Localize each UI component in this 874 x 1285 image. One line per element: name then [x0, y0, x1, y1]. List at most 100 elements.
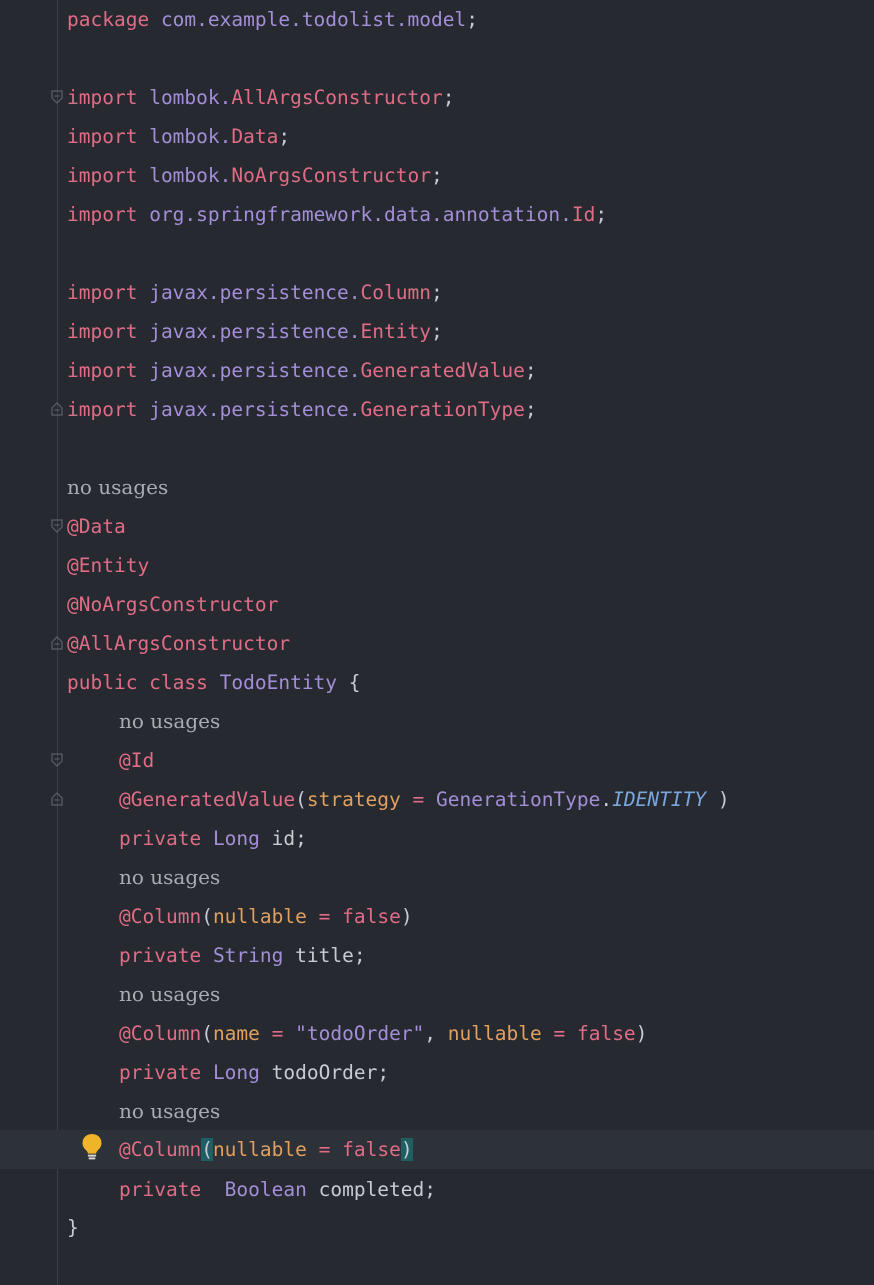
- punctuation: ): [635, 1022, 648, 1045]
- class-name: GeneratedValue: [360, 359, 525, 382]
- code-line[interactable]: }: [0, 1208, 874, 1247]
- operator: =: [553, 1022, 566, 1045]
- code-line[interactable]: import org.springframework.data.annotati…: [0, 195, 874, 234]
- usage-hint-text: no usages: [67, 475, 169, 499]
- punctuation: (: [201, 1022, 213, 1045]
- code-line[interactable]: package com.example.todolist.model;: [0, 0, 874, 39]
- annotation: @GeneratedValue: [119, 788, 296, 811]
- keyword: import: [67, 86, 138, 109]
- code-line[interactable]: private Boolean completed;: [0, 1170, 874, 1209]
- punctuation: ;: [466, 8, 478, 31]
- package-name: javax.persistence.: [149, 398, 361, 421]
- code-line[interactable]: private Long id;: [0, 819, 874, 858]
- operator: =: [271, 1022, 284, 1045]
- parameter-name: strategy: [306, 788, 401, 811]
- code-line[interactable]: @NoArgsConstructor: [0, 585, 874, 624]
- operator: =: [412, 788, 425, 811]
- code-line[interactable]: import javax.persistence.Entity;: [0, 312, 874, 351]
- type-name: GenerationType: [436, 788, 601, 811]
- class-name: Data: [231, 125, 279, 148]
- usage-hint[interactable]: no usages: [0, 468, 874, 507]
- package-name: javax.persistence.: [149, 281, 361, 304]
- annotation: @AllArgsConstructor: [67, 632, 291, 655]
- matched-paren: (: [201, 1138, 213, 1161]
- type-name: Long: [212, 1061, 260, 1084]
- punctuation: ,: [424, 1022, 437, 1045]
- punctuation: ): [717, 788, 730, 811]
- package-name: lombok.: [149, 125, 232, 148]
- literal: false: [342, 1138, 401, 1161]
- code-line[interactable]: private String title;: [0, 936, 874, 975]
- code-line[interactable]: import lombok.AllArgsConstructor;: [0, 78, 874, 117]
- class-name: Id: [571, 203, 596, 226]
- code-line[interactable]: @Column(name = "todoOrder", nullable = f…: [0, 1014, 874, 1053]
- package-name: com.example.todolist.model: [160, 8, 467, 31]
- package-name: javax.persistence.: [149, 320, 361, 343]
- keyword: import: [67, 320, 138, 343]
- annotation: @Entity: [67, 554, 150, 577]
- code-line[interactable]: private Long todoOrder;: [0, 1053, 874, 1092]
- parameter-name: nullable: [212, 905, 307, 928]
- keyword: import: [67, 164, 138, 187]
- keyword: private: [119, 944, 202, 967]
- code-line[interactable]: import lombok.Data;: [0, 117, 874, 156]
- keyword: private: [119, 1178, 202, 1201]
- punctuation: ;: [595, 203, 608, 226]
- code-line[interactable]: @Id: [0, 741, 874, 780]
- keyword: import: [67, 398, 138, 421]
- annotation: @Column: [119, 905, 202, 928]
- punctuation: ;: [524, 398, 537, 421]
- code-line[interactable]: import javax.persistence.GeneratedValue;: [0, 351, 874, 390]
- parameter-name: nullable: [447, 1022, 542, 1045]
- keyword: private: [119, 1061, 202, 1084]
- type-name: Boolean: [224, 1178, 307, 1201]
- usage-hint-text: no usages: [119, 865, 221, 889]
- usage-hint[interactable]: no usages: [0, 702, 874, 741]
- package-name: lombok.: [149, 164, 232, 187]
- punctuation: ;: [278, 125, 291, 148]
- keyword: import: [67, 359, 138, 382]
- code-line[interactable]: @GeneratedValue(strategy = GenerationTyp…: [0, 780, 874, 819]
- code-line[interactable]: import javax.persistence.Column;: [0, 273, 874, 312]
- parameter-name: nullable: [212, 1138, 307, 1161]
- annotation: @Column: [119, 1022, 202, 1045]
- package-name: org.springframework.data.annotation.: [149, 203, 572, 226]
- lightbulb-icon[interactable]: [81, 1133, 103, 1161]
- code-line[interactable]: public class TodoEntity {: [0, 663, 874, 702]
- punctuation: ;: [430, 320, 443, 343]
- code-line[interactable]: @AllArgsConstructor: [0, 624, 874, 663]
- code-line[interactable]: import javax.persistence.GenerationType;: [0, 390, 874, 429]
- code-editor[interactable]: package com.example.todolist.model; impo…: [0, 0, 874, 1285]
- punctuation: (: [295, 788, 307, 811]
- annotation: @Id: [119, 749, 155, 772]
- annotation: @Data: [67, 515, 126, 538]
- usage-hint-text: no usages: [119, 709, 221, 733]
- class-name: Column: [360, 281, 431, 304]
- usage-hint[interactable]: no usages: [0, 1092, 874, 1131]
- usage-hint-text: no usages: [119, 982, 221, 1006]
- keyword: import: [67, 125, 138, 148]
- matched-paren: ): [400, 1138, 413, 1161]
- keyword: private: [119, 827, 202, 850]
- type-name: Long: [212, 827, 260, 850]
- annotation: @NoArgsConstructor: [67, 593, 279, 616]
- usage-hint[interactable]: no usages: [0, 975, 874, 1014]
- code-line[interactable]: @Entity: [0, 546, 874, 585]
- keyword: package: [67, 8, 150, 31]
- class-name: NoArgsConstructor: [231, 164, 431, 187]
- literal: false: [342, 905, 401, 928]
- operator: =: [318, 1138, 331, 1161]
- code-line[interactable]: import lombok.NoArgsConstructor;: [0, 156, 874, 195]
- usage-hint-text: no usages: [119, 1099, 221, 1123]
- code-line[interactable]: @Column(nullable = false): [0, 897, 874, 936]
- class-name: TodoEntity: [219, 671, 338, 694]
- usage-hint[interactable]: no usages: [0, 858, 874, 897]
- punctuation: ;: [442, 86, 455, 109]
- annotation: @Column: [119, 1138, 202, 1161]
- class-name: AllArgsConstructor: [231, 86, 443, 109]
- current-code-line[interactable]: @Column(nullable = false): [0, 1130, 874, 1169]
- package-name: javax.persistence.: [149, 359, 361, 382]
- punctuation: (: [201, 905, 213, 928]
- keyword: import: [67, 203, 138, 226]
- code-line[interactable]: @Data: [0, 507, 874, 546]
